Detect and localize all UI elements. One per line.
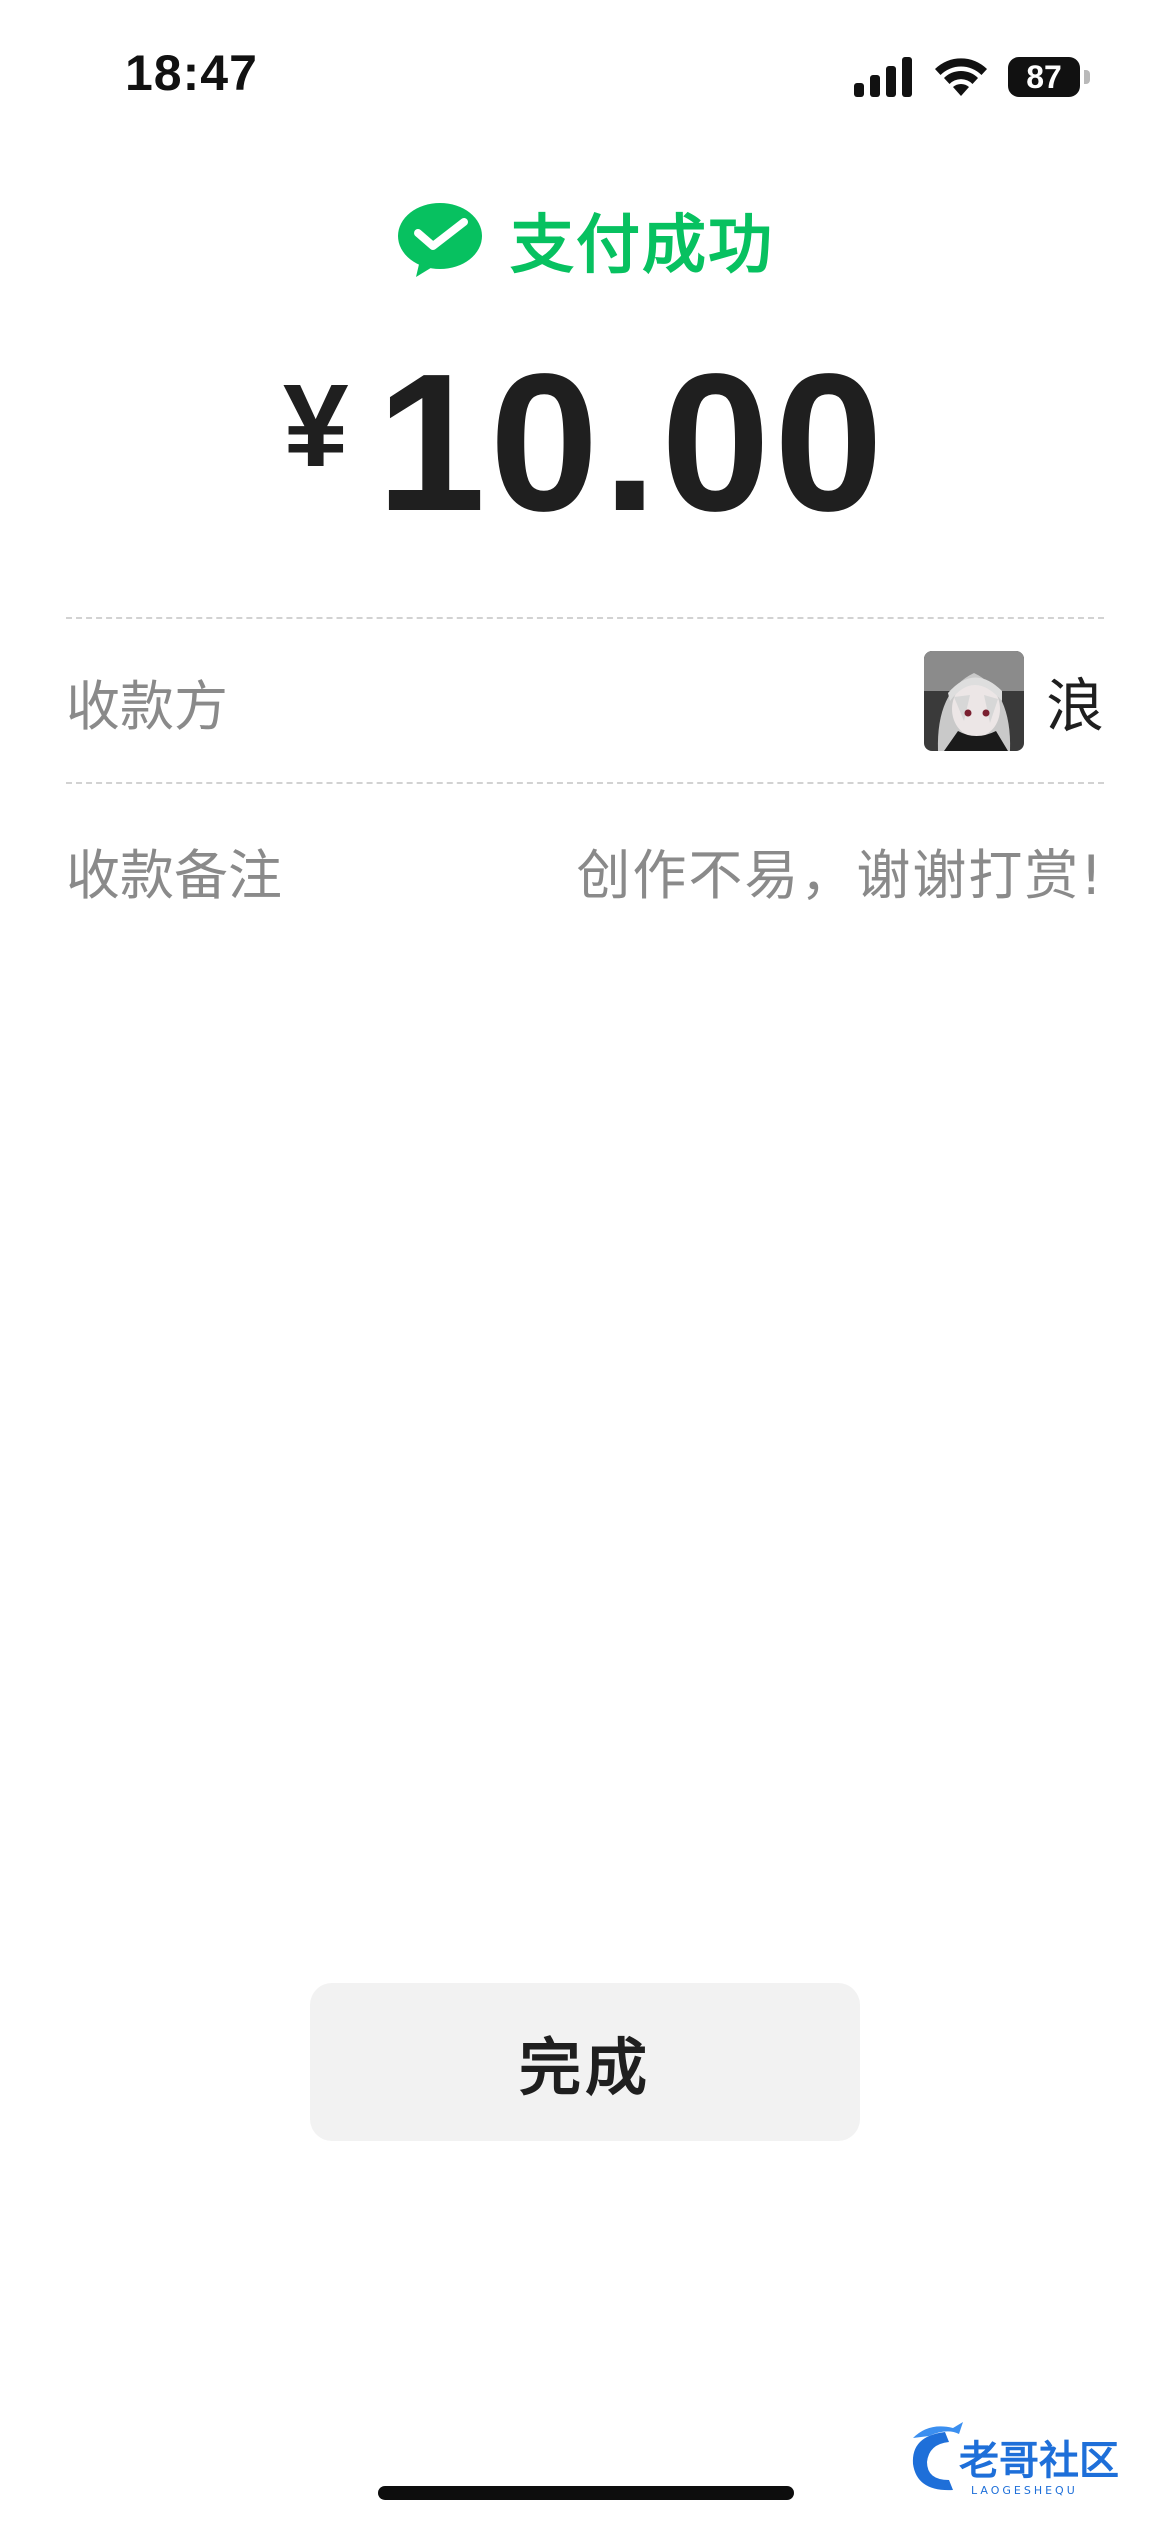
watermark-logo: 老哥社区 LAOGESHEQU <box>912 2422 1119 2497</box>
remark-label: 收款备注 <box>66 843 282 907</box>
payee-name: 浪 <box>1045 672 1104 740</box>
payee-info: 浪 <box>923 651 1104 751</box>
battery-level: 87 <box>1026 58 1062 95</box>
signal-icon <box>854 57 912 97</box>
done-label: 完成 <box>518 2031 651 2104</box>
avatar-image <box>923 651 1024 751</box>
svg-text:老哥社区: 老哥社区 <box>959 2438 1119 2484</box>
payee-label: 收款方 <box>66 674 228 738</box>
divider-top <box>66 617 1104 619</box>
success-title: 支付成功 <box>510 209 774 283</box>
success-header: 支付成功 <box>0 195 1170 285</box>
wechat-pay-check-icon <box>398 203 482 277</box>
amount-row: ¥ 10.00 <box>0 345 1170 545</box>
svg-text:LAOGESHEQU: LAOGESHEQU <box>971 2484 1078 2497</box>
battery-cap <box>1084 70 1090 84</box>
avatar <box>923 651 1024 751</box>
battery-body: 87 <box>1008 57 1080 97</box>
done-button[interactable]: 完成 <box>310 1983 860 2141</box>
status-time: 18:47 <box>125 45 258 101</box>
status-icons: 87 <box>854 54 1090 100</box>
amount-value: 10.00 <box>376 333 888 552</box>
wifi-icon <box>935 58 987 96</box>
home-indicator[interactable] <box>378 2486 794 2500</box>
battery-icon: 87 <box>1008 57 1090 97</box>
remark-row: 收款备注 创作不易，谢谢打赏! <box>66 820 1104 920</box>
divider-middle <box>66 782 1104 784</box>
payee-row: 收款方 浪 <box>66 646 1104 756</box>
status-bar: 18:47 87 <box>0 0 1170 150</box>
currency-symbol: ¥ <box>282 360 349 492</box>
remark-value: 创作不易，谢谢打赏! <box>576 843 1104 907</box>
